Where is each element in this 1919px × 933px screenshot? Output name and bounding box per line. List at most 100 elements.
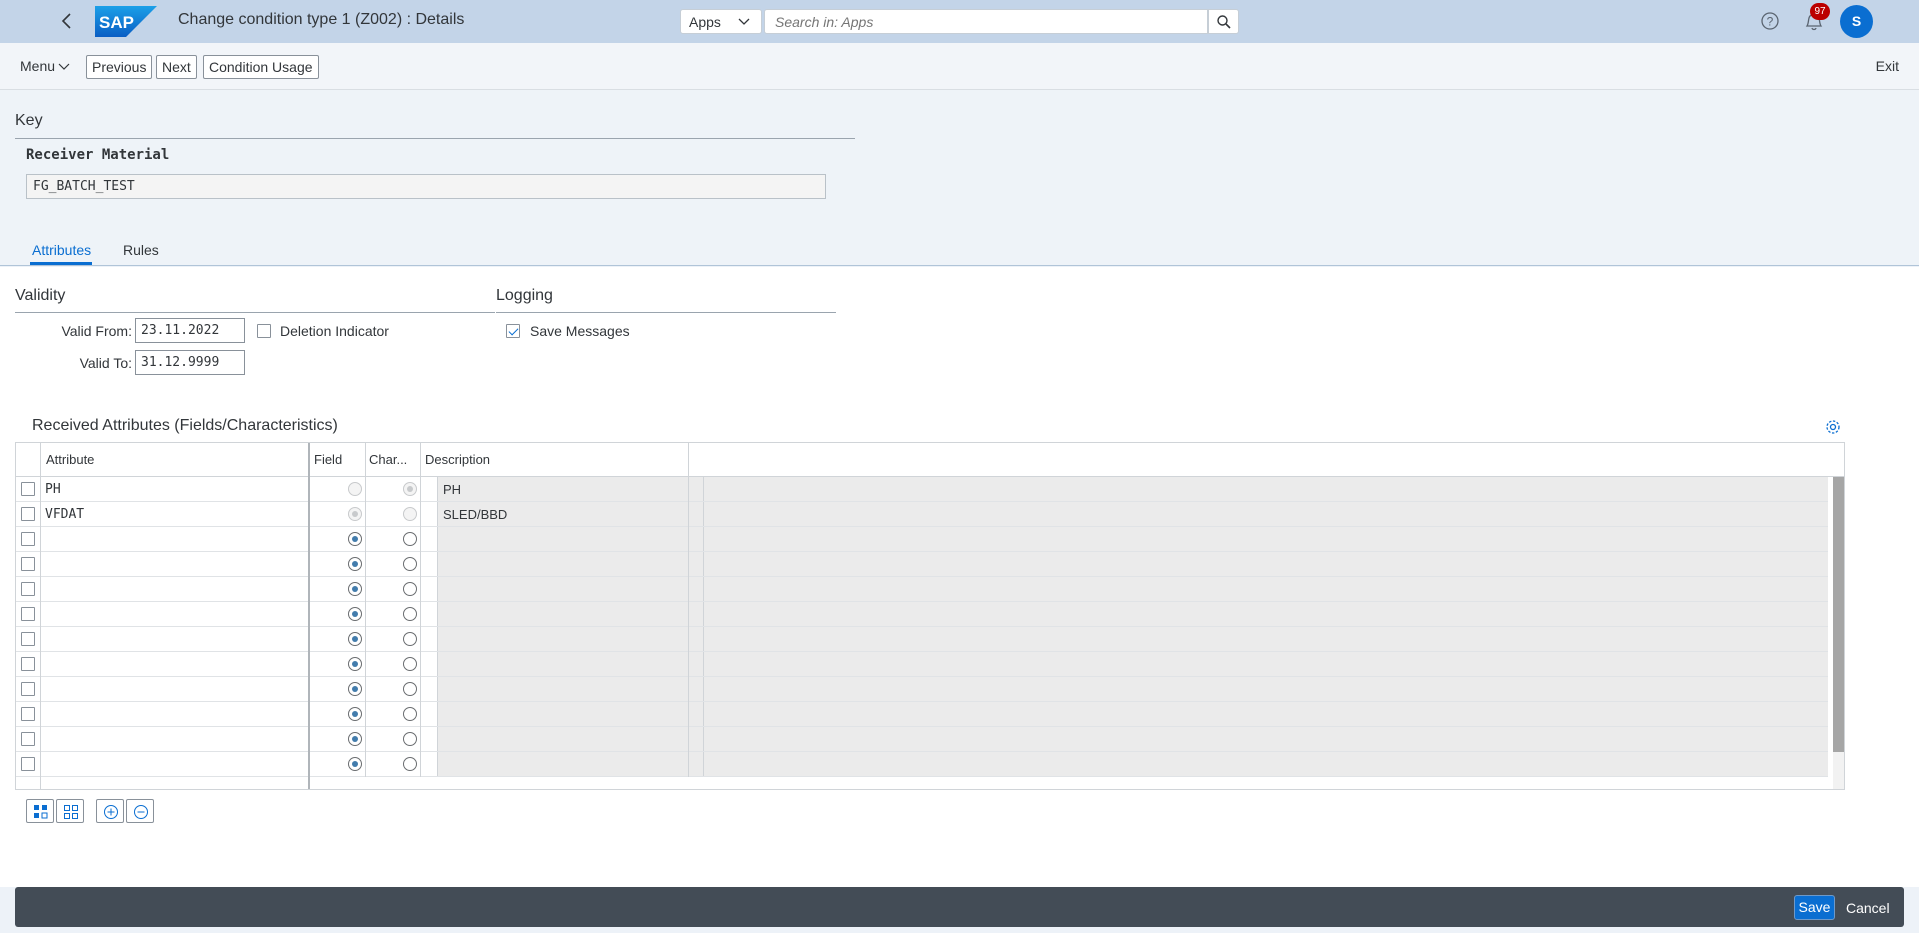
field-radio[interactable]	[348, 532, 362, 546]
char-radio[interactable]	[403, 582, 417, 596]
row-selector[interactable]	[16, 652, 40, 676]
char-radio[interactable]	[403, 632, 417, 646]
apps-select[interactable]: Apps	[680, 9, 762, 34]
select-all-button[interactable]	[26, 799, 54, 823]
field-radio[interactable]	[348, 557, 362, 571]
table-row[interactable]: PH PH	[16, 477, 1828, 502]
add-row-button[interactable]	[96, 799, 124, 823]
sap-logo[interactable]: SAP	[95, 6, 157, 37]
char-radio[interactable]	[403, 707, 417, 721]
row-selector[interactable]	[16, 502, 40, 526]
attribute-cell[interactable]	[40, 727, 325, 751]
row-checkbox[interactable]	[21, 682, 35, 696]
row-checkbox[interactable]	[21, 757, 35, 771]
search-button[interactable]	[1208, 9, 1239, 34]
row-checkbox[interactable]	[21, 632, 35, 646]
attribute-cell[interactable]	[40, 702, 325, 726]
row-checkbox[interactable]	[21, 557, 35, 571]
table-row[interactable]	[16, 602, 1828, 627]
table-row[interactable]	[16, 552, 1828, 577]
table-row[interactable]	[16, 677, 1828, 702]
attribute-cell[interactable]	[40, 552, 325, 576]
help-icon[interactable]: ?	[1760, 11, 1780, 31]
column-header-field[interactable]: Field	[314, 452, 342, 467]
row-selector[interactable]	[16, 677, 40, 701]
attribute-cell[interactable]	[40, 627, 325, 651]
row-checkbox[interactable]	[21, 582, 35, 596]
table-row[interactable]	[16, 652, 1828, 677]
char-radio[interactable]	[403, 757, 417, 771]
exit-button[interactable]: Exit	[1876, 58, 1899, 74]
field-cell	[327, 552, 382, 576]
row-selector[interactable]	[16, 527, 40, 551]
field-radio[interactable]	[348, 732, 362, 746]
row-selector[interactable]	[16, 702, 40, 726]
valid-from-field[interactable]: 23.11.2022	[135, 318, 245, 343]
table-row[interactable]	[16, 527, 1828, 552]
row-checkbox[interactable]	[21, 482, 35, 496]
column-header-attribute[interactable]: Attribute	[46, 452, 94, 467]
char-radio[interactable]	[403, 557, 417, 571]
table-scrollbar[interactable]	[1833, 477, 1844, 789]
deletion-indicator-checkbox[interactable]	[257, 324, 271, 338]
row-selector[interactable]	[16, 627, 40, 651]
previous-button[interactable]: Previous	[86, 55, 153, 79]
back-icon[interactable]	[55, 9, 79, 33]
char-radio[interactable]	[403, 732, 417, 746]
column-divider	[688, 443, 689, 777]
remove-row-button[interactable]	[126, 799, 154, 823]
next-button[interactable]: Next	[156, 55, 197, 79]
column-header-description[interactable]: Description	[425, 452, 490, 467]
attribute-cell[interactable]	[40, 652, 325, 676]
field-radio[interactable]	[348, 632, 362, 646]
save-button[interactable]: Save	[1794, 895, 1835, 920]
char-radio[interactable]	[403, 657, 417, 671]
row-selector[interactable]	[16, 477, 40, 501]
table-row[interactable]	[16, 702, 1828, 727]
row-selector[interactable]	[16, 602, 40, 626]
attribute-cell[interactable]	[40, 602, 325, 626]
row-selector[interactable]	[16, 552, 40, 576]
attribute-cell[interactable]	[40, 752, 325, 776]
table-row[interactable]	[16, 627, 1828, 652]
attribute-cell: PH	[40, 477, 325, 501]
char-radio[interactable]	[403, 607, 417, 621]
row-checkbox[interactable]	[21, 732, 35, 746]
row-selector[interactable]	[16, 727, 40, 751]
valid-to-field[interactable]: 31.12.9999	[135, 350, 245, 375]
field-radio[interactable]	[348, 607, 362, 621]
tab-rules[interactable]: Rules	[123, 242, 159, 258]
field-radio[interactable]	[348, 582, 362, 596]
row-checkbox[interactable]	[21, 707, 35, 721]
row-checkbox[interactable]	[21, 507, 35, 521]
row-checkbox[interactable]	[21, 607, 35, 621]
field-radio[interactable]	[348, 707, 362, 721]
table-row[interactable]	[16, 727, 1828, 752]
char-radio[interactable]	[403, 532, 417, 546]
attribute-cell[interactable]	[40, 677, 325, 701]
settings-icon[interactable]	[1825, 419, 1841, 435]
row-checkbox[interactable]	[21, 657, 35, 671]
scrollbar-thumb[interactable]	[1833, 477, 1844, 752]
search-input[interactable]	[764, 9, 1208, 34]
field-radio[interactable]	[348, 682, 362, 696]
condition-usage-button[interactable]: Condition Usage	[203, 55, 319, 79]
table-row[interactable]: VFDAT SLED/BBD	[16, 502, 1828, 527]
table-row[interactable]	[16, 752, 1828, 777]
tab-attributes[interactable]: Attributes	[32, 242, 91, 258]
row-selector[interactable]	[16, 577, 40, 601]
column-header-char[interactable]: Char...	[369, 452, 419, 467]
row-checkbox[interactable]	[21, 532, 35, 546]
field-radio[interactable]	[348, 757, 362, 771]
char-radio[interactable]	[403, 682, 417, 696]
save-messages-checkbox[interactable]	[506, 324, 520, 338]
field-radio[interactable]	[348, 657, 362, 671]
attribute-cell[interactable]	[40, 577, 325, 601]
table-row[interactable]	[16, 577, 1828, 602]
menu-button[interactable]: Menu	[20, 58, 70, 74]
deselect-all-button[interactable]	[56, 799, 84, 823]
row-selector[interactable]	[16, 752, 40, 776]
attribute-cell[interactable]	[40, 527, 325, 551]
avatar[interactable]: S	[1840, 5, 1873, 38]
cancel-button[interactable]: Cancel	[1846, 900, 1890, 916]
